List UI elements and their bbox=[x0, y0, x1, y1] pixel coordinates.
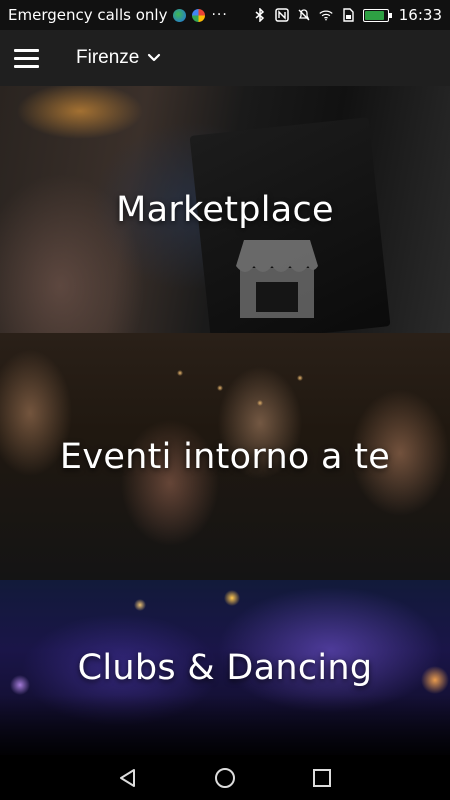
status-right: 16:33 bbox=[253, 6, 442, 24]
hamburger-line bbox=[13, 48, 39, 52]
recents-icon bbox=[312, 768, 331, 787]
menu-button[interactable] bbox=[0, 30, 52, 86]
carrier-text: Emergency calls only bbox=[8, 6, 168, 24]
home-button[interactable] bbox=[205, 758, 245, 798]
category-tile-events[interactable]: Eventi intorno a te bbox=[0, 333, 450, 580]
crowd-silhouette bbox=[0, 695, 450, 755]
more-notifications-icon: ··· bbox=[211, 7, 228, 23]
category-tile-marketplace[interactable]: Marketplace bbox=[0, 86, 450, 333]
google-icon bbox=[192, 8, 206, 22]
mute-icon bbox=[297, 8, 311, 22]
hamburger-line bbox=[13, 64, 39, 68]
clock: 16:33 bbox=[398, 6, 442, 24]
category-tile-clubs[interactable]: Clubs & Dancing bbox=[0, 580, 450, 755]
recents-button[interactable] bbox=[302, 758, 342, 798]
battery-level bbox=[364, 10, 385, 20]
store-icon bbox=[236, 240, 318, 318]
back-icon bbox=[120, 768, 136, 787]
hamburger-line bbox=[13, 56, 39, 60]
app-bar: Firenze bbox=[0, 30, 450, 86]
nfc-icon bbox=[275, 8, 289, 22]
sim-icon bbox=[341, 8, 355, 22]
home-icon bbox=[214, 767, 235, 788]
tile-label: Clubs & Dancing bbox=[77, 647, 373, 688]
tile-label: Eventi intorno a te bbox=[59, 436, 391, 477]
city-label: Firenze bbox=[76, 47, 140, 68]
tile-label: Marketplace bbox=[116, 189, 334, 230]
back-button[interactable] bbox=[108, 758, 148, 798]
status-left: Emergency calls only ··· bbox=[8, 6, 228, 24]
navigation-bar bbox=[0, 755, 450, 800]
chevron-down-icon bbox=[148, 53, 161, 62]
bluetooth-icon bbox=[253, 8, 267, 22]
globe-icon bbox=[173, 8, 187, 22]
battery-icon bbox=[362, 8, 392, 22]
city-selector[interactable]: Firenze bbox=[76, 47, 161, 69]
wifi-icon bbox=[319, 8, 333, 22]
status-bar: Emergency calls only ··· 16:33 bbox=[0, 0, 450, 30]
